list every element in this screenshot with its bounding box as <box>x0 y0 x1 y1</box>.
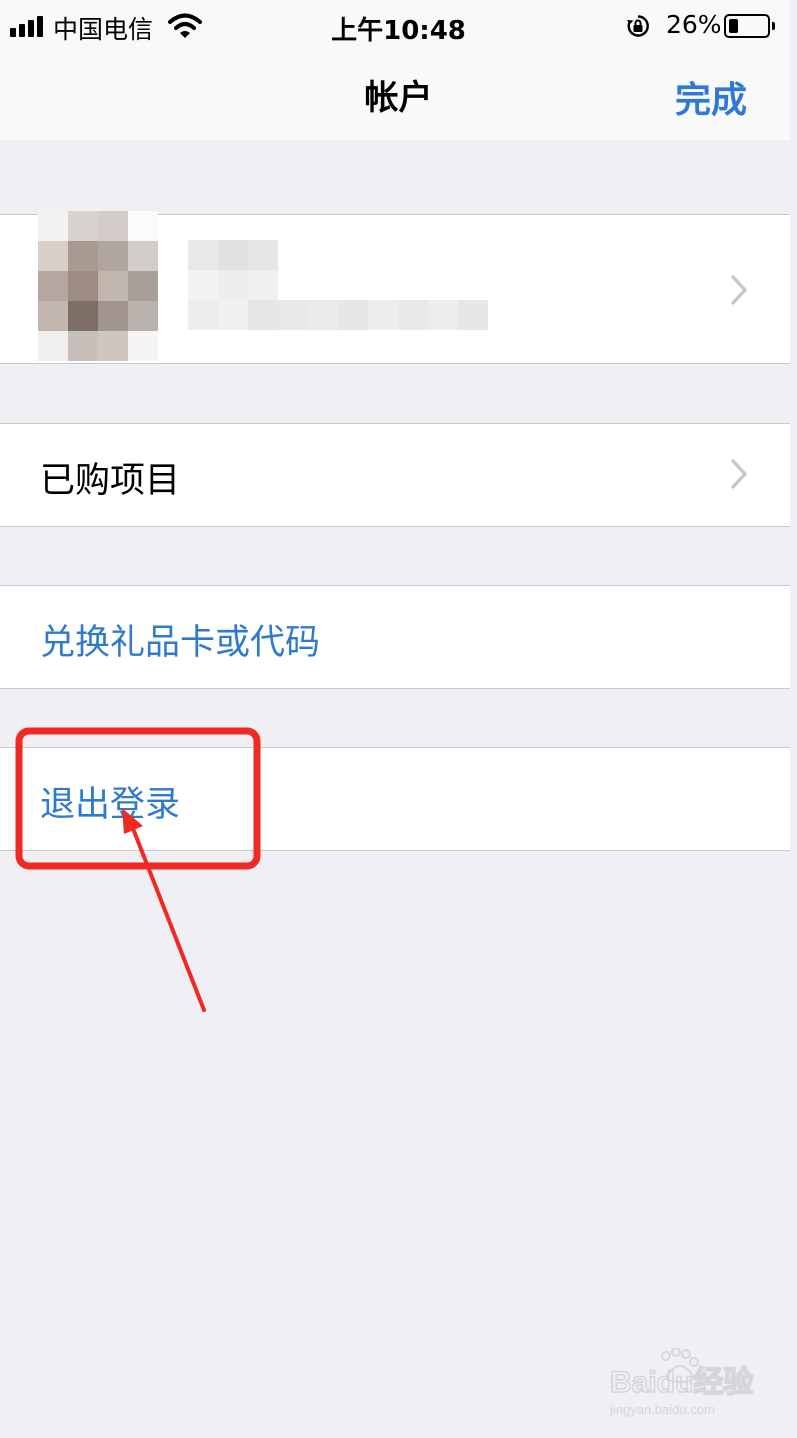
done-button[interactable]: 完成 <box>675 71 747 123</box>
redeem-row[interactable]: 兑换礼品卡或代码 <box>0 585 790 689</box>
purchased-items-row[interactable]: 已购项目 <box>0 423 790 527</box>
battery-level <box>729 19 738 33</box>
top-bar: 中国电信 上午10:48 26% 帐户 完成 <box>0 0 790 140</box>
status-bar: 中国电信 上午10:48 26% <box>0 0 790 52</box>
orientation-lock-icon <box>627 15 649 37</box>
annotation-arrow <box>130 824 206 1012</box>
chevron-right-icon <box>731 459 747 489</box>
sign-out-button[interactable]: 退出登录 <box>40 776 180 827</box>
chevron-right-icon <box>731 275 747 305</box>
baidu-watermark: Baidu经验 jingyan.baidu.com <box>609 1348 754 1417</box>
account-name <box>188 240 278 300</box>
svg-text:jingyan.baidu.com: jingyan.baidu.com <box>609 1402 715 1417</box>
battery-percent: 26% <box>666 10 722 39</box>
avatar <box>38 211 158 361</box>
screen: 中国电信 上午10:48 26% 帐户 完成 已购项目 兑换礼品卡或代码 退出登… <box>0 0 797 1438</box>
purchased-items-label: 已购项目 <box>40 461 181 501</box>
sign-out-row[interactable]: 退出登录 <box>0 747 790 851</box>
account-cell[interactable] <box>0 211 790 364</box>
redeem-gift-card-link[interactable]: 兑换礼品卡或代码 <box>40 614 320 665</box>
battery-icon <box>724 14 775 38</box>
account-email <box>188 300 488 330</box>
svg-text:Baidu经验: Baidu经验 <box>610 1365 753 1399</box>
